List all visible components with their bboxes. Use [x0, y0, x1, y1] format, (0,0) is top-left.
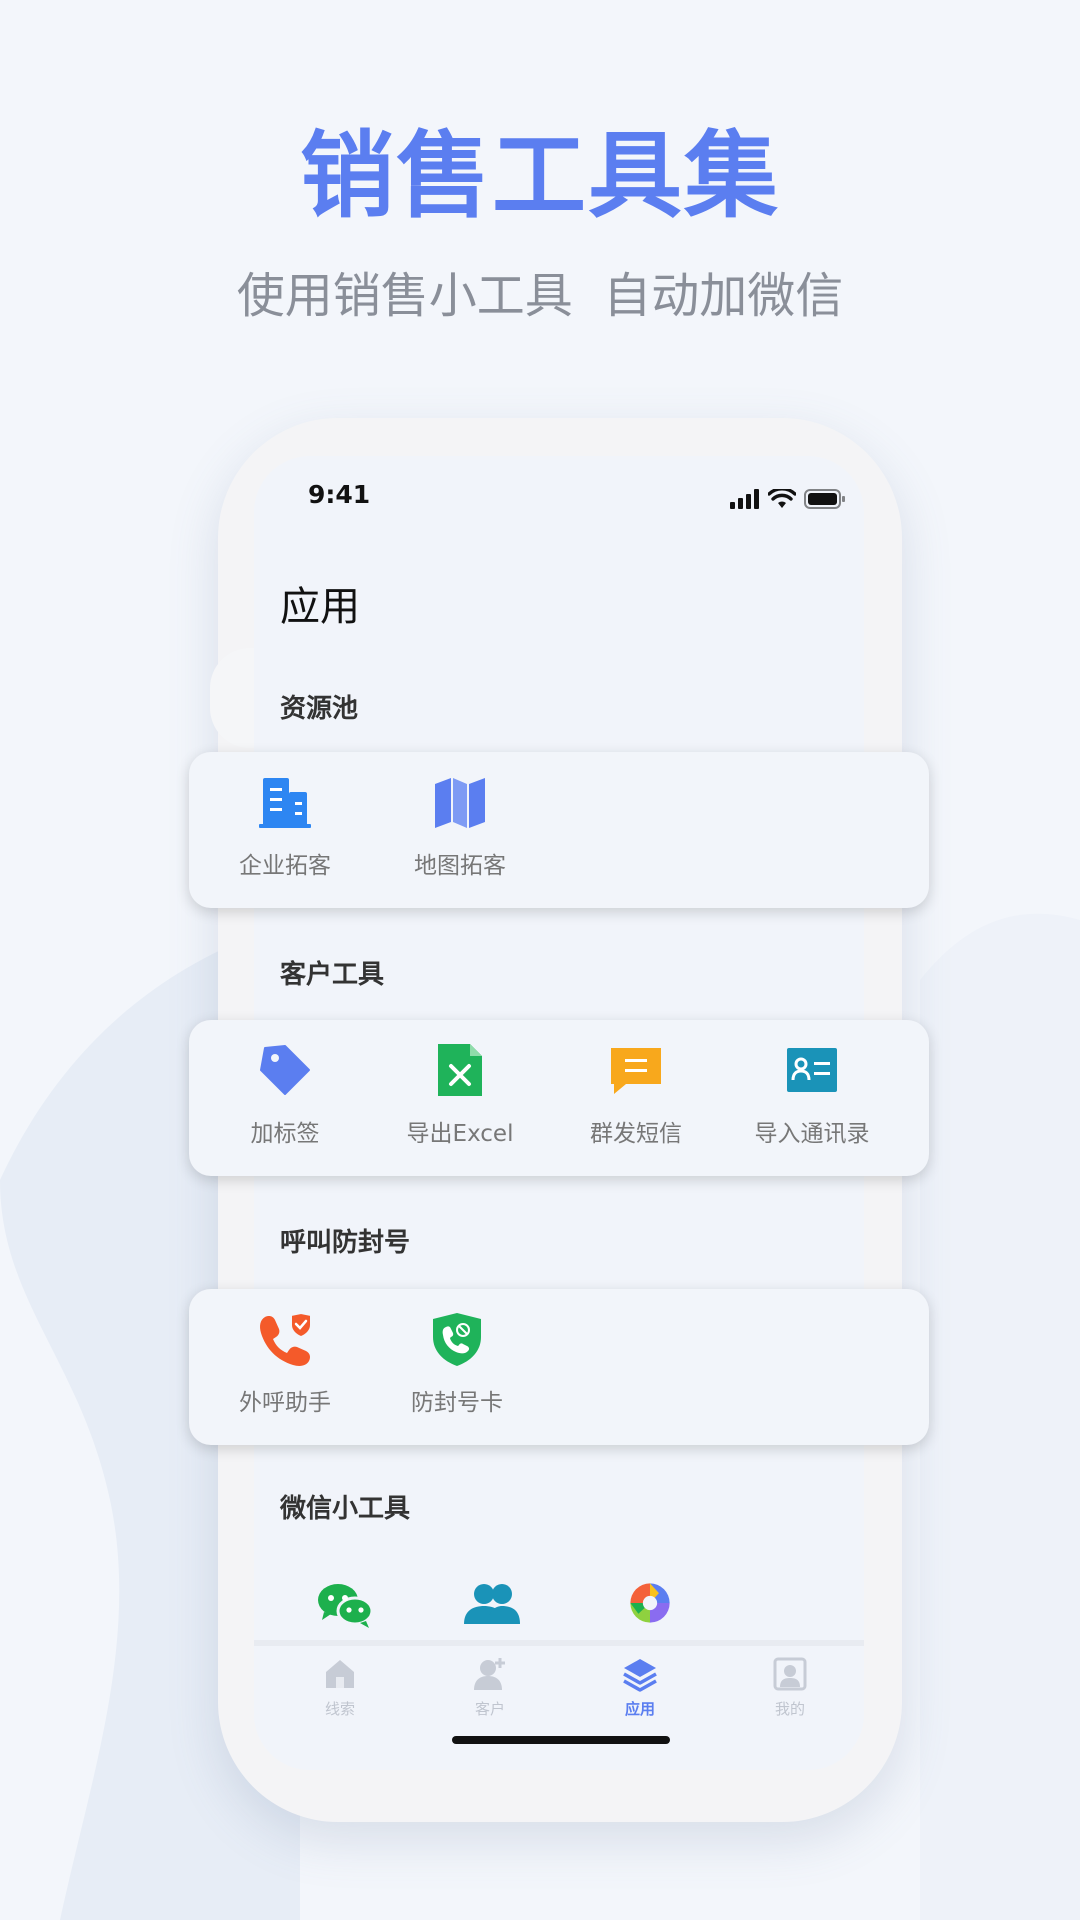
contact-card-icon: [787, 1048, 837, 1092]
status-icons: [730, 486, 846, 512]
section-label-wechat-tools: 微信小工具: [280, 1494, 411, 1524]
card-call-protect: 外呼助手 防封号卡: [189, 1289, 929, 1445]
status-time: 9:41: [308, 480, 371, 509]
tag-icon: [260, 1045, 310, 1095]
tab-customers[interactable]: 客户: [450, 1656, 530, 1719]
card-customer-tools: 加标签 导出Excel 群发短信 导入通讯录: [189, 1020, 929, 1176]
layers-icon: [623, 1659, 657, 1692]
hero-title: 销售工具集: [299, 122, 780, 231]
profile-icon: [773, 1657, 807, 1691]
moments-icon[interactable]: [620, 1578, 680, 1628]
section-label-customer-tools: 客户工具: [280, 960, 385, 990]
message-icon: [611, 1048, 661, 1094]
tool-add-tag[interactable]: 加标签: [210, 1042, 360, 1148]
signal-icon: [730, 489, 759, 509]
hero-subtitle: 使用销售小工具 自动加微信: [236, 268, 844, 324]
tool-anti-block-card[interactable]: 防封号卡: [382, 1311, 532, 1417]
wifi-icon: [768, 489, 796, 508]
battery-icon: [804, 489, 845, 509]
tool-outbound-assistant[interactable]: 外呼助手: [210, 1311, 360, 1417]
home-indicator[interactable]: [452, 1736, 670, 1744]
home-icon: [326, 1660, 354, 1688]
status-bar: 9:41: [254, 480, 864, 520]
add-user-icon: [474, 1658, 505, 1690]
phone-shield-icon: [433, 1313, 481, 1366]
tool-enterprise-prospecting[interactable]: 企业拓客: [210, 774, 360, 880]
card-resource-pool: 企业拓客 地图拓客: [189, 752, 929, 908]
wechat-icon[interactable]: [316, 1580, 376, 1630]
tool-map-prospecting[interactable]: 地图拓客: [385, 774, 535, 880]
promo-page: 销售工具集 使用销售小工具 自动加微信 9:41 应用 资源池 客户工具 呼叫防…: [0, 0, 1080, 1920]
tab-apps[interactable]: 应用: [600, 1656, 680, 1719]
phone-check-icon: [260, 1311, 312, 1366]
tab-mine[interactable]: 我的: [750, 1656, 830, 1719]
tool-export-excel[interactable]: 导出Excel: [385, 1042, 535, 1148]
tool-bulk-sms[interactable]: 群发短信: [561, 1042, 711, 1148]
tool-import-contacts[interactable]: 导入通讯录: [737, 1042, 887, 1148]
excel-icon: [438, 1044, 482, 1096]
section-label-call-protect: 呼叫防封号: [280, 1228, 411, 1258]
building-icon: [259, 778, 311, 828]
map-icon: [435, 778, 485, 828]
page-title: 应用: [280, 584, 360, 630]
tab-bar: 线索 客户 应用 我的: [254, 1640, 864, 1770]
group-icon[interactable]: [462, 1580, 522, 1630]
tab-leads[interactable]: 线索: [300, 1656, 380, 1719]
section-label-resource-pool: 资源池: [280, 694, 359, 724]
